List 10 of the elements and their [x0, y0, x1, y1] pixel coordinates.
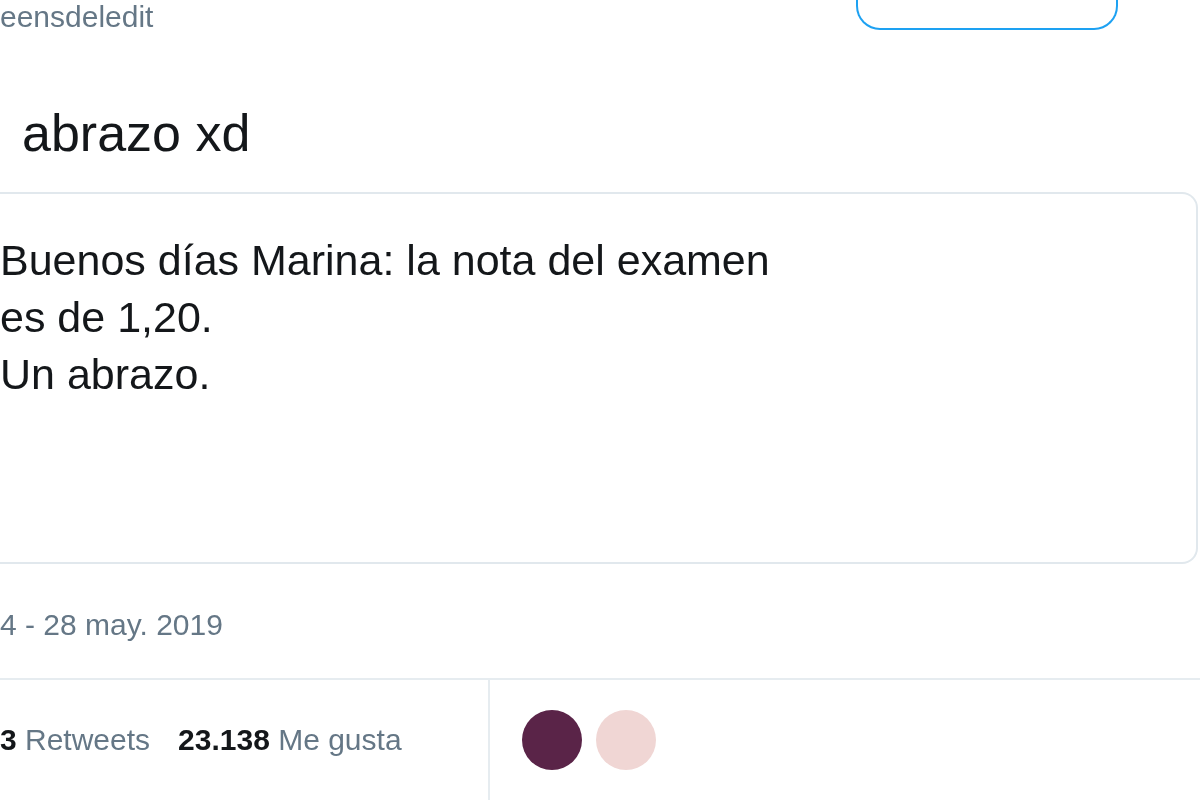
tweet-text: abrazo xd	[22, 103, 252, 164]
stat-link[interactable]: 23.138 Me gusta	[178, 723, 402, 757]
avatar-icon[interactable]	[522, 710, 582, 770]
stat-link[interactable]: 3 Retweets	[0, 723, 151, 757]
message-line: es de 1,20.	[0, 292, 214, 343]
message-line: Buenos días Marina: la nota del examen	[0, 235, 771, 286]
message-line: Un abrazo.	[0, 349, 212, 400]
tweet-date: 4 - 28 may. 2019	[0, 608, 224, 643]
follow-button[interactable]	[856, 0, 1118, 30]
user-handle: eensdeledit	[0, 0, 154, 34]
